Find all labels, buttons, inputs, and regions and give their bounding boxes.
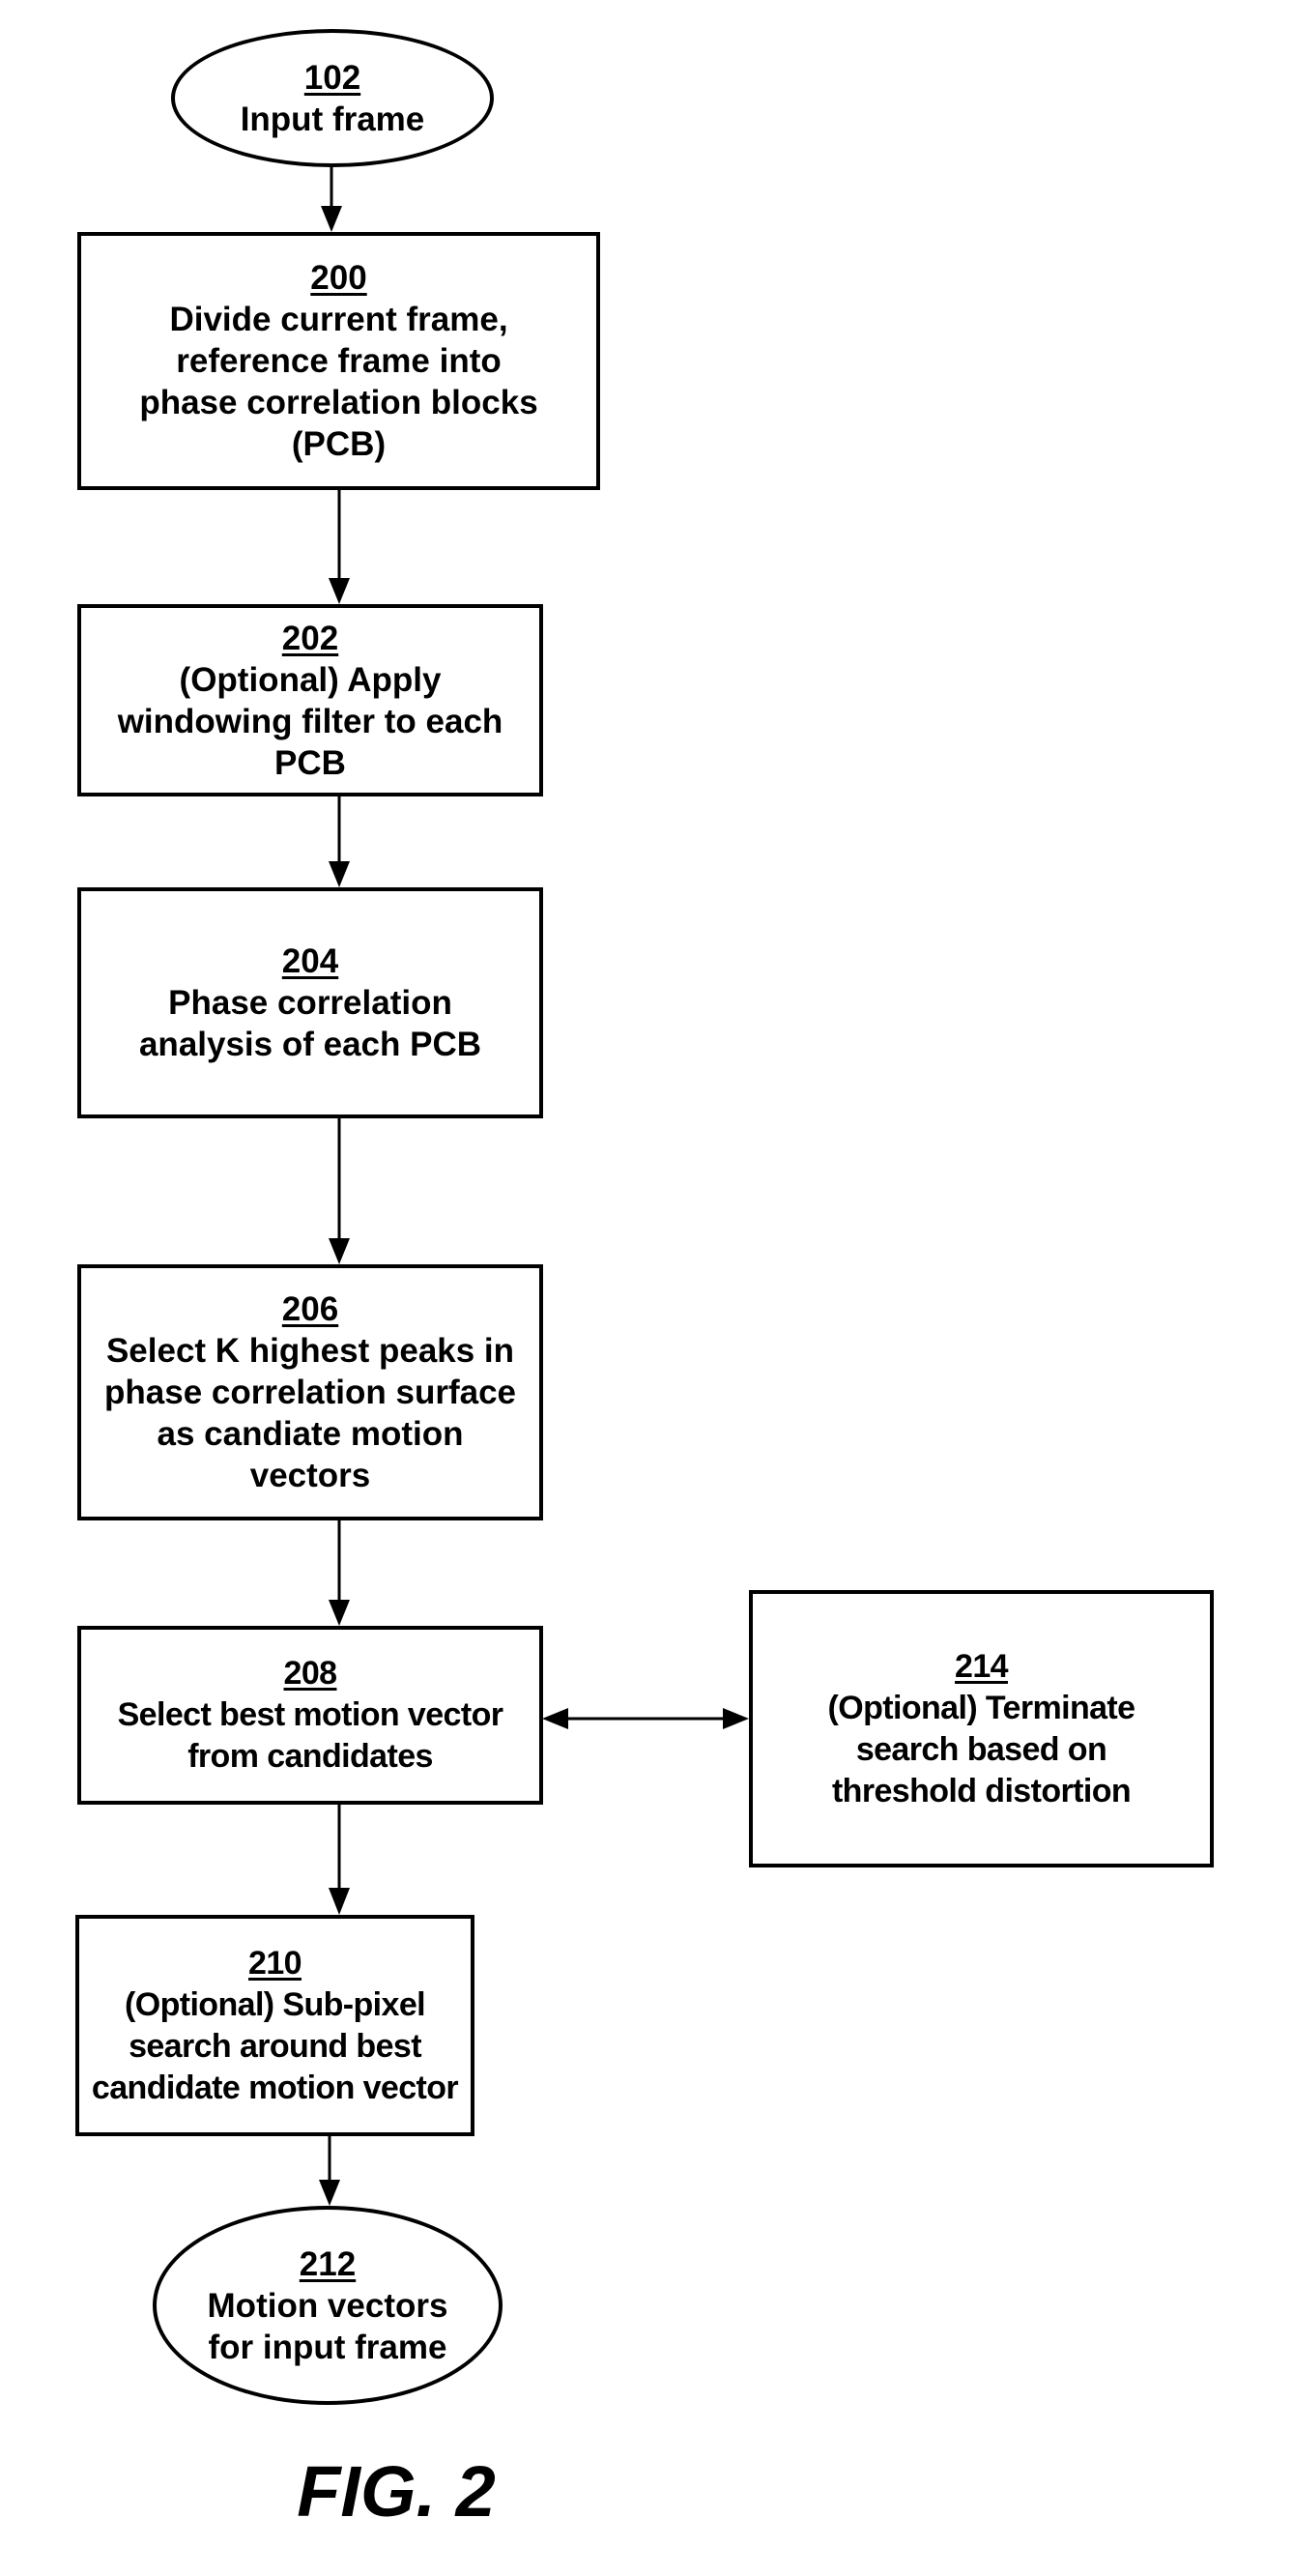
node-label: Select best motion vector from candidate… (117, 1696, 503, 1775)
node-ref-number: 214 (955, 1647, 1009, 1685)
node-ref-number: 200 (310, 259, 367, 297)
node-204-phase-correlation: 204 Phase correlation analysis of each P… (77, 887, 543, 1118)
node-ref-number: 210 (248, 1944, 302, 1982)
node-ref-number: 202 (281, 619, 339, 657)
node-label: (Optional) Terminate search based on thr… (827, 1689, 1136, 1809)
node-ref-number: 208 (283, 1655, 338, 1692)
node-206-select-peaks: 206 Select K highest peaks in phase corr… (77, 1264, 543, 1520)
node-ref-number: 204 (281, 942, 339, 980)
node-200-divide-frames: 200 Divide current frame, reference fram… (77, 232, 600, 490)
edge-208-214 (542, 1708, 749, 1729)
node-ref-number: 102 (303, 58, 361, 97)
edge-206-208 (329, 1520, 350, 1626)
edge-102-200 (321, 166, 342, 232)
node-208-select-best-vector: 208 Select best motion vector from candi… (77, 1626, 543, 1805)
node-label: (Optional) Apply windowing filter to eac… (117, 660, 503, 782)
node-212-motion-vectors: 212 Motion vectors for input frame (153, 2206, 503, 2405)
node-214-terminate-search: 214 (Optional) Terminate search based on… (749, 1590, 1214, 1867)
node-202-windowing-filter: 202 (Optional) Apply windowing filter to… (77, 604, 543, 796)
node-ref-number: 212 (299, 2244, 357, 2283)
node-label: Select K highest peaks in phase correlat… (104, 1332, 516, 1494)
node-102-input-frame: 102 Input frame (171, 29, 494, 167)
edge-210-212 (319, 2135, 340, 2206)
node-label: (Optional) Sub-pixel search around best … (91, 1985, 459, 2106)
edge-200-202 (329, 489, 350, 604)
edge-204-206 (329, 1117, 350, 1264)
node-ref-number: 206 (281, 1290, 339, 1328)
node-label: Input frame (240, 100, 425, 138)
node-label: Divide current frame, reference frame in… (139, 301, 538, 463)
figure-label: FIG. 2 (297, 2451, 496, 2532)
node-label: Phase correlation analysis of each PCB (138, 984, 482, 1063)
edge-208-210 (329, 1804, 350, 1915)
edge-202-204 (329, 796, 350, 887)
node-label: Motion vectors for input frame (207, 2286, 448, 2366)
node-210-subpixel-search: 210 (Optional) Sub-pixel search around b… (75, 1915, 474, 2136)
